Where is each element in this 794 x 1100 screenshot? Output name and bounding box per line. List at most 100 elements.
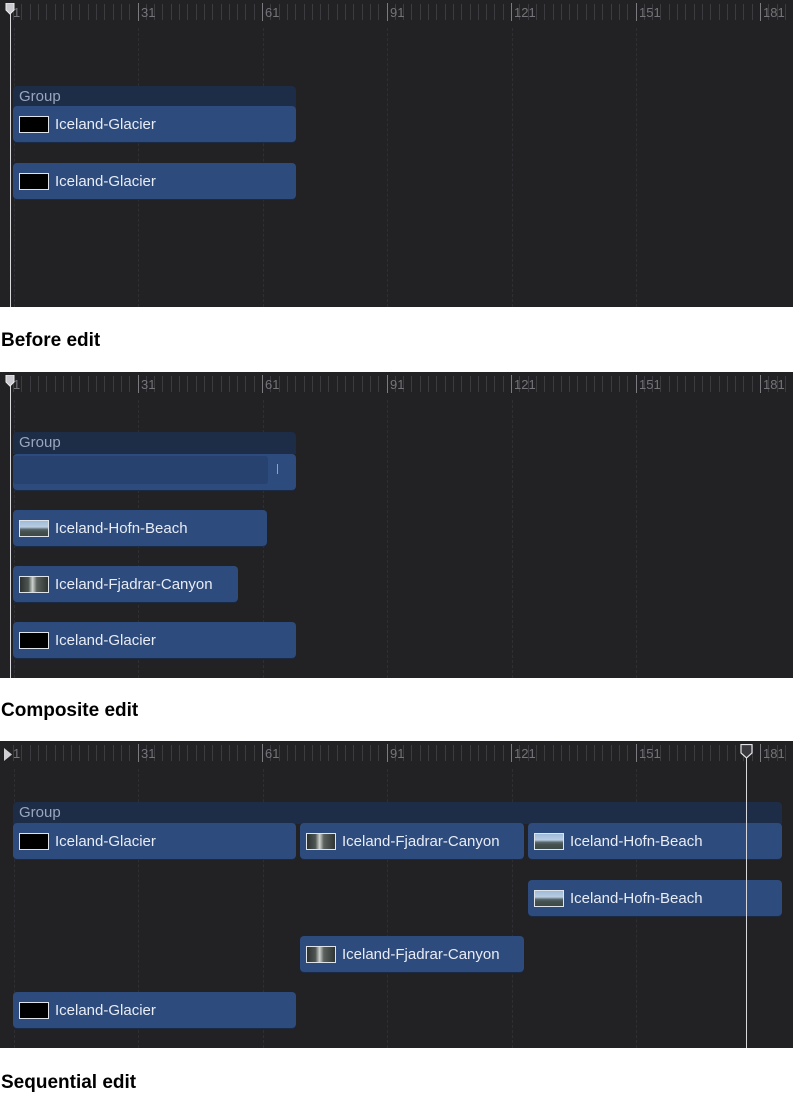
- ruler-label: 91: [390, 377, 405, 392]
- time-ruler[interactable]: 1 31 61 91 121 151 181: [0, 372, 793, 400]
- ruler-tick: [445, 745, 446, 761]
- ruler-tick: [337, 745, 338, 761]
- ruler-tick: [21, 376, 22, 392]
- ruler-tick: [88, 376, 89, 392]
- ruler-tick: [370, 376, 371, 392]
- group-inner-clip[interactable]: [13, 456, 268, 484]
- ruler-major-tick: [138, 3, 139, 21]
- ruler-major-tick: [387, 3, 388, 21]
- playhead[interactable]: [10, 12, 11, 307]
- playhead-handle-icon[interactable]: [740, 744, 753, 759]
- ruler-tick: [420, 376, 421, 392]
- ruler-tick: [420, 4, 421, 20]
- ruler-tick: [785, 4, 786, 20]
- ruler-tick: [536, 376, 537, 392]
- ruler-major-tick: [262, 375, 263, 393]
- clip-iceland-glacier[interactable]: Iceland-Glacier: [13, 106, 296, 142]
- ruler-major-tick: [511, 3, 512, 21]
- clip-iceland-glacier[interactable]: Iceland-Glacier: [13, 622, 296, 658]
- ruler-tick: [602, 4, 603, 20]
- ruler-tick: [229, 376, 230, 392]
- ruler-tick: [171, 376, 172, 392]
- ruler-tick: [478, 745, 479, 761]
- ruler-label: 181: [763, 5, 785, 20]
- ruler-tick: [71, 745, 72, 761]
- ruler-tick: [212, 745, 213, 761]
- group-track[interactable]: Group: [13, 432, 296, 454]
- ruler-major-tick: [138, 375, 139, 393]
- group-label: Group: [19, 88, 61, 105]
- ruler-tick: [79, 376, 80, 392]
- time-ruler[interactable]: 1 31 61 91 121 151 181: [0, 0, 793, 28]
- ruler-label: 61: [265, 5, 280, 20]
- ruler-tick: [96, 745, 97, 761]
- ruler-tick: [312, 745, 313, 761]
- ruler-tick: [378, 745, 379, 761]
- group-track[interactable]: Group: [13, 802, 782, 824]
- clip-iceland-fjadrar-canyon[interactable]: Iceland-Fjadrar-Canyon: [13, 566, 238, 602]
- ruler-label: 1: [13, 746, 21, 761]
- ruler-tick: [63, 4, 64, 20]
- ruler-tick: [196, 376, 197, 392]
- group-track[interactable]: Group: [13, 86, 296, 108]
- clip-iceland-hofn-beach[interactable]: Iceland-Hofn-Beach: [13, 510, 267, 546]
- clip-iceland-fjadrar-canyon[interactable]: Iceland-Fjadrar-Canyon: [300, 823, 524, 859]
- ruler-tick: [685, 4, 686, 20]
- ruler-tick: [561, 376, 562, 392]
- ruler-tick: [187, 376, 188, 392]
- playhead[interactable]: [746, 753, 747, 1048]
- trim-marker[interactable]: [277, 464, 278, 474]
- clip-iceland-glacier[interactable]: Iceland-Glacier: [13, 823, 296, 859]
- ruler-tick: [55, 376, 56, 392]
- clip-iceland-hofn-beach[interactable]: Iceland-Hofn-Beach: [528, 880, 782, 916]
- ruler-tick: [677, 745, 678, 761]
- playhead-handle-icon[interactable]: [5, 375, 15, 387]
- black-thumbnail-icon: [19, 173, 49, 190]
- timeline-panel-composite: 1 31 61 91 121 151 181 Group Iceland-Hofn-Beac…: [0, 372, 793, 678]
- ruler-tick: [96, 4, 97, 20]
- clip-iceland-glacier[interactable]: Iceland-Glacier: [13, 992, 296, 1028]
- ruler-tick: [544, 4, 545, 20]
- ruler-tick: [478, 4, 479, 20]
- black-thumbnail-icon: [19, 116, 49, 133]
- ruler-label: 121: [514, 5, 536, 20]
- ruler-tick: [577, 745, 578, 761]
- timeline-gridline: [512, 400, 513, 678]
- black-thumbnail-icon: [19, 1002, 49, 1019]
- ruler-tick: [478, 376, 479, 392]
- ruler-tick: [586, 745, 587, 761]
- group-clip-bar[interactable]: [13, 454, 296, 490]
- time-ruler[interactable]: 1 31 61 91 121 151 181: [0, 741, 793, 769]
- playhead-handle-icon[interactable]: [5, 3, 15, 15]
- clip-label: Iceland-Fjadrar-Canyon: [342, 833, 500, 850]
- clip-iceland-hofn-beach[interactable]: Iceland-Hofn-Beach: [528, 823, 782, 859]
- ruler-tick: [63, 745, 64, 761]
- ruler-tick: [46, 745, 47, 761]
- ruler-tick: [162, 4, 163, 20]
- ruler-tick: [461, 745, 462, 761]
- ruler-tick: [104, 745, 105, 761]
- play-range-start-icon[interactable]: [4, 748, 12, 761]
- ruler-tick: [470, 4, 471, 20]
- ruler-tick: [113, 4, 114, 20]
- clip-label: Iceland-Glacier: [55, 833, 156, 850]
- ruler-tick: [627, 376, 628, 392]
- ruler-label: 151: [639, 5, 661, 20]
- ruler-tick: [187, 745, 188, 761]
- ruler-tick: [494, 376, 495, 392]
- ruler-major-tick: [760, 744, 761, 762]
- ruler-tick: [569, 376, 570, 392]
- clip-iceland-glacier[interactable]: Iceland-Glacier: [13, 163, 296, 199]
- ruler-major-tick: [760, 375, 761, 393]
- ruler-tick: [420, 745, 421, 761]
- caption-before-edit: Before edit: [1, 330, 101, 351]
- clip-label: Iceland-Glacier: [55, 1002, 156, 1019]
- ruler-tick: [304, 745, 305, 761]
- ruler-tick: [353, 4, 354, 20]
- clip-iceland-fjadrar-canyon[interactable]: Iceland-Fjadrar-Canyon: [300, 936, 524, 972]
- ruler-tick: [470, 745, 471, 761]
- ruler-tick: [436, 745, 437, 761]
- playhead[interactable]: [10, 384, 11, 678]
- ruler-tick: [411, 376, 412, 392]
- ruler-tick: [345, 745, 346, 761]
